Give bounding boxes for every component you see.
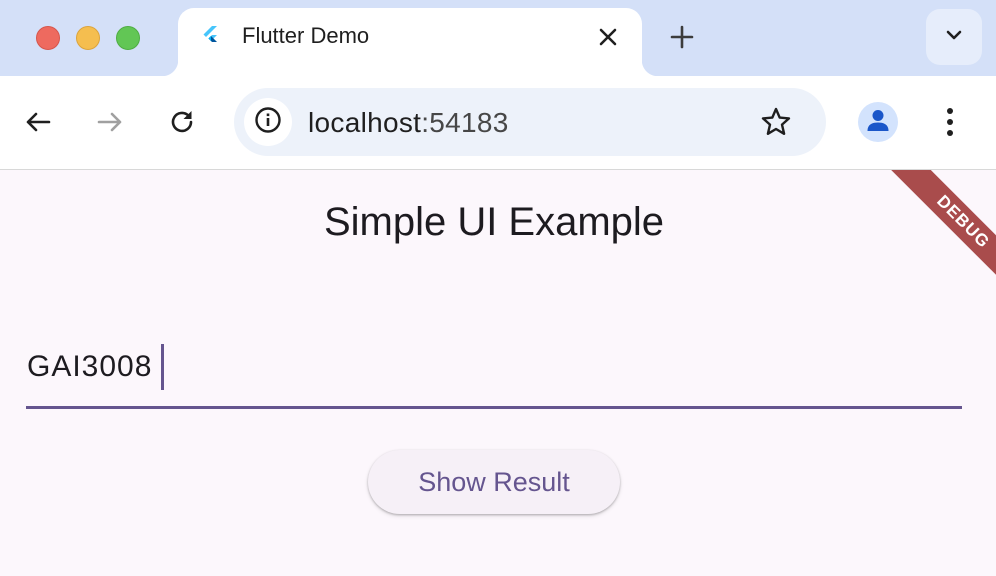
tab-search-button[interactable] xyxy=(926,9,982,65)
page-title: Simple UI Example xyxy=(323,200,665,244)
input-text: GAI3008 xyxy=(27,350,153,383)
tab-strip: Flutter Demo xyxy=(0,0,996,76)
flutter-logo-icon xyxy=(198,24,222,48)
site-info-button[interactable] xyxy=(244,98,292,146)
plus-icon[interactable] xyxy=(664,19,700,55)
info-icon xyxy=(253,105,283,140)
reload-icon[interactable] xyxy=(162,102,202,142)
chevron-down-icon xyxy=(945,28,963,46)
input-underline xyxy=(26,406,962,409)
url-text[interactable]: localhost:54183 xyxy=(308,107,509,139)
profile-button[interactable] xyxy=(858,102,898,142)
tab-title: Flutter Demo xyxy=(242,23,370,48)
window-close-button[interactable] xyxy=(36,26,60,50)
text-input-value: GAI3008 xyxy=(27,344,165,390)
person-icon xyxy=(865,107,891,138)
url-port: :54183 xyxy=(421,107,509,138)
debug-banner: DEBUG xyxy=(876,170,996,290)
browser-tab[interactable]: Flutter Demo xyxy=(162,8,658,76)
window-minimize-button[interactable] xyxy=(76,26,100,50)
window-maximize-button[interactable] xyxy=(116,26,140,50)
arrow-left-icon[interactable] xyxy=(18,102,58,142)
show-result-button[interactable]: Show Result xyxy=(368,450,620,514)
text-input-field[interactable]: GAI3008 xyxy=(26,330,962,410)
url-host: localhost xyxy=(308,107,422,138)
star-icon[interactable] xyxy=(756,102,796,142)
text-cursor xyxy=(161,344,165,390)
arrow-right-icon[interactable] xyxy=(90,102,130,142)
debug-banner-label: DEBUG xyxy=(885,170,996,290)
close-icon[interactable] xyxy=(592,21,624,53)
browser-toolbar: localhost:54183 xyxy=(0,76,996,170)
more-vert-icon[interactable] xyxy=(930,102,970,142)
address-bar[interactable]: localhost:54183 xyxy=(234,88,826,156)
